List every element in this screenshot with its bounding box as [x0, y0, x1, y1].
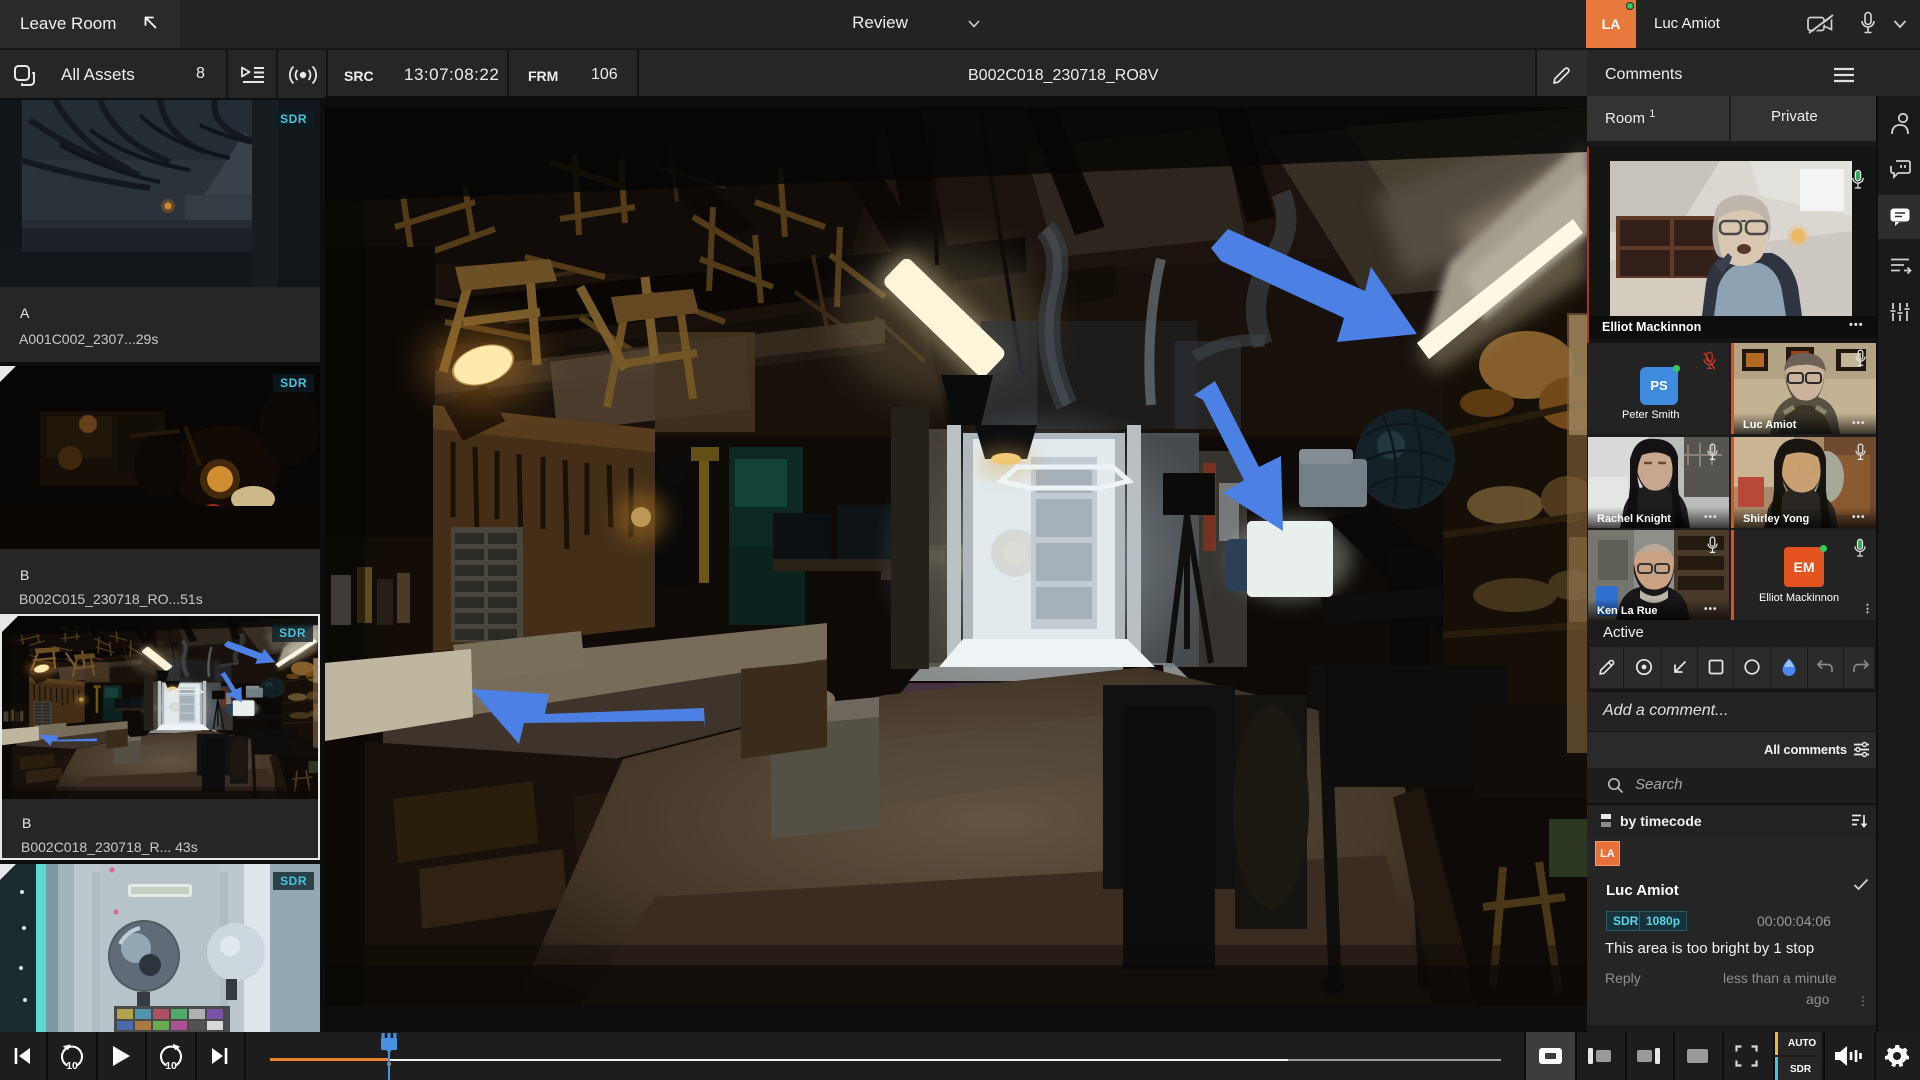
svg-text:10: 10: [66, 1060, 78, 1070]
svg-text:10: 10: [165, 1060, 177, 1070]
